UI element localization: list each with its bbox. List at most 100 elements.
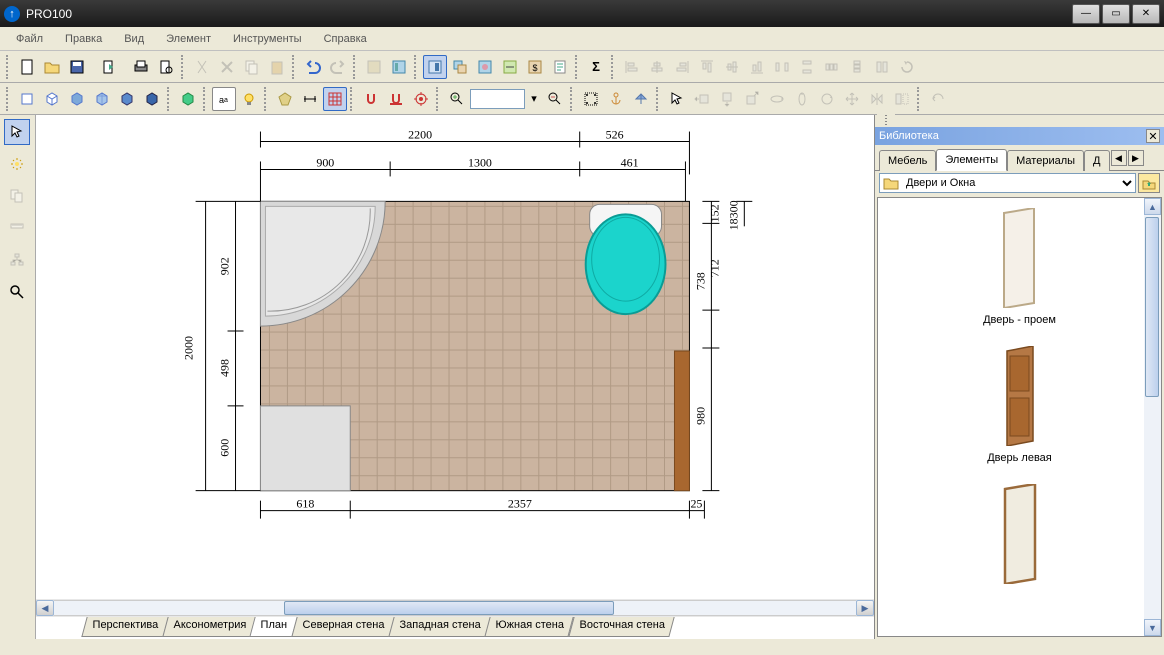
library-item-door-left[interactable]: Дверь левая xyxy=(987,346,1052,464)
tag-button[interactable] xyxy=(273,87,297,111)
camera-walk-icon[interactable] xyxy=(629,87,653,111)
box-front-icon[interactable] xyxy=(15,87,39,111)
menu-element[interactable]: Элемент xyxy=(156,30,221,48)
flip-icon[interactable] xyxy=(890,87,914,111)
undo-button[interactable] xyxy=(301,55,325,79)
menu-edit[interactable]: Правка xyxy=(55,30,112,48)
menu-view[interactable]: Вид xyxy=(114,30,154,48)
align-left-button[interactable] xyxy=(620,55,644,79)
space-v-button[interactable] xyxy=(845,55,869,79)
snap-object-button[interactable] xyxy=(409,87,433,111)
menu-help[interactable]: Справка xyxy=(314,30,377,48)
move-down-icon[interactable] xyxy=(715,87,739,111)
move-left-icon[interactable] xyxy=(690,87,714,111)
ruler-tool[interactable] xyxy=(4,215,30,241)
new-button[interactable] xyxy=(15,55,39,79)
box-textured-icon[interactable] xyxy=(90,87,114,111)
library-scrollbar[interactable]: ▲ ▼ xyxy=(1144,198,1161,636)
scroll-down-arrow[interactable]: ▼ xyxy=(1144,619,1161,636)
lib-tab-extra[interactable]: Д xyxy=(1084,150,1109,171)
rotate-z-icon[interactable] xyxy=(815,87,839,111)
box-solid-icon[interactable] xyxy=(65,87,89,111)
pointer-tool[interactable] xyxy=(4,119,30,145)
library-item-door-3[interactable] xyxy=(995,484,1045,590)
align-bottom-button[interactable] xyxy=(745,55,769,79)
menu-tools[interactable]: Инструменты xyxy=(223,30,312,48)
lib-tab-elements[interactable]: Элементы xyxy=(936,149,1007,171)
dimension-button[interactable] xyxy=(298,87,322,111)
tab-axonometry[interactable]: Аксонометрия xyxy=(162,617,256,637)
mirror-icon[interactable] xyxy=(865,87,889,111)
tab-scroll-right[interactable]: ▶ xyxy=(1128,150,1144,166)
minimize-button[interactable]: — xyxy=(1072,4,1100,24)
view-materials-button[interactable] xyxy=(473,55,497,79)
box-iso-icon[interactable] xyxy=(40,87,64,111)
group-align-button[interactable] xyxy=(870,55,894,79)
library-close-button[interactable]: ✕ xyxy=(1146,129,1160,143)
copy-button[interactable] xyxy=(240,55,264,79)
tab-south-wall[interactable]: Южная стена xyxy=(484,617,574,637)
arrow-cursor-icon[interactable] xyxy=(665,87,689,111)
rotate-y-icon[interactable] xyxy=(790,87,814,111)
view-reports-button[interactable] xyxy=(548,55,572,79)
library-path-select[interactable]: Двери и Окна xyxy=(879,173,1136,193)
scroll-thumb[interactable] xyxy=(284,601,614,615)
zoom-in-button[interactable] xyxy=(445,87,469,111)
space-h-button[interactable] xyxy=(820,55,844,79)
box-render-icon[interactable] xyxy=(140,87,164,111)
render-scene-icon[interactable] xyxy=(176,87,200,111)
print-preview-button[interactable] xyxy=(154,55,178,79)
toggle-library-button[interactable] xyxy=(423,55,447,79)
scroll-right-arrow[interactable]: ▶ xyxy=(856,600,874,616)
align-middle-button[interactable] xyxy=(720,55,744,79)
structure-button[interactable] xyxy=(387,55,411,79)
delete-button[interactable] xyxy=(215,55,239,79)
tab-west-wall[interactable]: Западная стена xyxy=(388,617,491,637)
select-all-icon[interactable] xyxy=(579,87,603,111)
align-top-button[interactable] xyxy=(695,55,719,79)
zoom-dropdown[interactable]: ▾ xyxy=(526,87,542,111)
anchor-icon[interactable] xyxy=(604,87,628,111)
canvas[interactable]: 2200 526 900 1300 461 2000 xyxy=(36,115,874,639)
open-button[interactable] xyxy=(40,55,64,79)
maximize-button[interactable]: ▭ xyxy=(1102,4,1130,24)
lib-tab-materials[interactable]: Материалы xyxy=(1007,150,1084,171)
folder-up-button[interactable] xyxy=(1138,173,1160,193)
align-center-h-button[interactable] xyxy=(645,55,669,79)
zoom-input[interactable] xyxy=(470,89,525,109)
scroll-up-arrow[interactable]: ▲ xyxy=(1144,198,1161,215)
tab-plan[interactable]: План xyxy=(250,617,298,637)
sum-button[interactable]: Σ xyxy=(584,55,608,79)
view-price-button[interactable]: $ xyxy=(523,55,547,79)
box-shaded-icon[interactable] xyxy=(115,87,139,111)
redo-button[interactable] xyxy=(326,55,350,79)
tab-scroll-left[interactable]: ◀ xyxy=(1111,150,1127,166)
save-button[interactable] xyxy=(65,55,89,79)
import-button[interactable] xyxy=(97,55,121,79)
move-free-icon[interactable] xyxy=(840,87,864,111)
tab-east-wall[interactable]: Восточная стена xyxy=(568,617,675,637)
move-in-icon[interactable] xyxy=(740,87,764,111)
light-button[interactable] xyxy=(237,87,261,111)
search-tool[interactable] xyxy=(4,279,30,305)
scroll-left-arrow[interactable]: ◀ xyxy=(36,600,54,616)
print-button[interactable] xyxy=(129,55,153,79)
snap-grid-button[interactable] xyxy=(384,87,408,111)
distribute-v-button[interactable] xyxy=(795,55,819,79)
hierarchy-tool[interactable] xyxy=(4,247,30,273)
extra-action-icon[interactable] xyxy=(926,87,950,111)
cut-button[interactable] xyxy=(190,55,214,79)
menu-file[interactable]: Файл xyxy=(6,30,53,48)
copy-tool[interactable] xyxy=(4,183,30,209)
tab-perspective[interactable]: Перспектива xyxy=(81,617,168,637)
snap-button[interactable] xyxy=(359,87,383,111)
align-right-button[interactable] xyxy=(670,55,694,79)
rotate-x-icon[interactable] xyxy=(765,87,789,111)
library-item-door-frame[interactable]: Дверь - проем xyxy=(983,208,1056,326)
close-button[interactable]: ✕ xyxy=(1132,4,1160,24)
tab-north-wall[interactable]: Северная стена xyxy=(291,617,394,637)
lib-tab-furniture[interactable]: Мебель xyxy=(879,150,936,171)
rotate-button[interactable] xyxy=(895,55,919,79)
view-layers-button[interactable] xyxy=(448,55,472,79)
horizontal-scrollbar[interactable]: ◀ ▶ xyxy=(36,599,874,617)
